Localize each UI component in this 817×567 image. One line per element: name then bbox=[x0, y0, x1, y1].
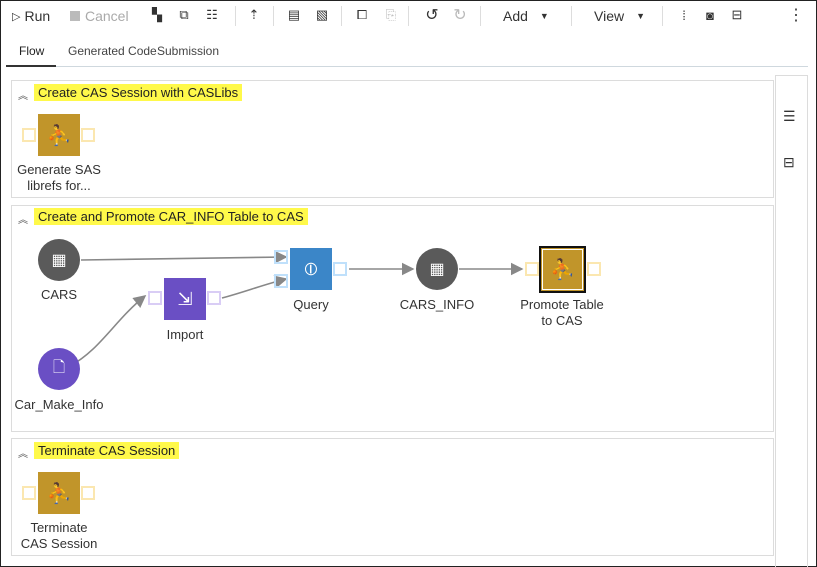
file-icon: 🗋 bbox=[52, 358, 66, 376]
output-port[interactable] bbox=[333, 262, 347, 276]
sas-program-icon: ⛹ bbox=[550, 259, 575, 281]
right-sidebar bbox=[775, 75, 808, 567]
input-port[interactable] bbox=[274, 274, 288, 288]
input-port[interactable] bbox=[22, 486, 36, 500]
connection-cars-query bbox=[80, 250, 288, 264]
node-label: Promote Table to CAS bbox=[520, 297, 604, 328]
table-icon: ▦ bbox=[51, 252, 67, 269]
sas-program-icon: ⛹ bbox=[46, 482, 72, 505]
node-label: CARS_INFO bbox=[399, 297, 475, 312]
input-port[interactable] bbox=[525, 262, 539, 276]
node-promote-table[interactable]: ⛹ bbox=[539, 246, 586, 293]
node-label: CARS bbox=[40, 287, 78, 302]
import-icon: ⇲ bbox=[177, 288, 193, 309]
input-port[interactable] bbox=[274, 250, 288, 264]
output-port[interactable] bbox=[81, 486, 95, 500]
table-icon: ▦ bbox=[429, 261, 445, 278]
output-port[interactable] bbox=[207, 291, 221, 305]
node-details-icon[interactable]: ☰ bbox=[783, 108, 796, 125]
node-label: Terminate CAS Session bbox=[20, 520, 98, 551]
node-import[interactable]: ⇲ bbox=[164, 278, 206, 320]
collapse-icon[interactable]: ︽ bbox=[18, 445, 28, 460]
node-cars-info[interactable]: ▦ bbox=[416, 248, 458, 290]
output-port[interactable] bbox=[587, 262, 601, 276]
node-cars[interactable]: ▦ bbox=[38, 239, 80, 281]
node-query[interactable]: ⦶ bbox=[290, 248, 332, 290]
node-label: Query bbox=[293, 297, 329, 312]
node-label: Car_Make_Info bbox=[14, 397, 104, 412]
node-car-make-info[interactable]: 🗋 bbox=[38, 348, 80, 390]
properties-panel-icon[interactable]: ⊟ bbox=[783, 154, 795, 171]
node-label: Import bbox=[166, 327, 204, 342]
query-join-icon: ⦶ bbox=[304, 258, 318, 279]
swimlane-title: Terminate CAS Session bbox=[34, 442, 180, 459]
node-terminate-cas-session[interactable]: ⛹ bbox=[38, 472, 80, 514]
input-port[interactable] bbox=[148, 291, 162, 305]
